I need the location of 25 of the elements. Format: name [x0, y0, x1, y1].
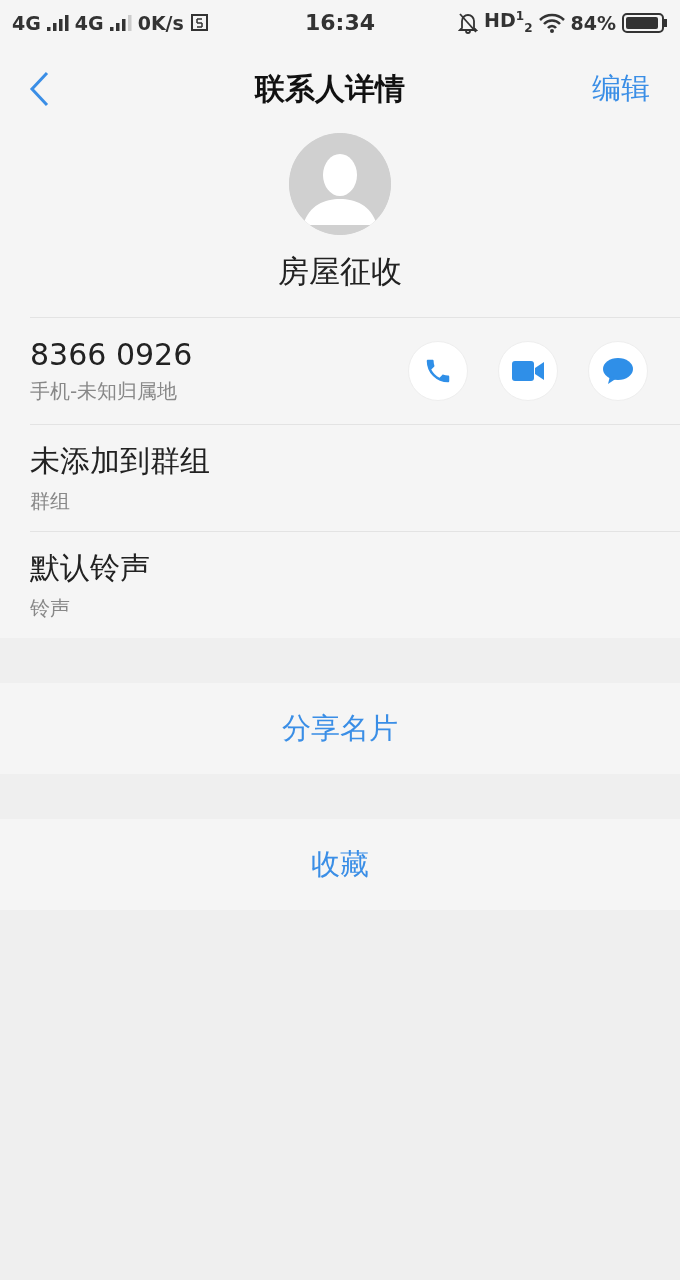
action-button[interactable]: 收藏	[0, 819, 680, 910]
detail-label: 手机-未知归属地	[30, 378, 179, 405]
action-button[interactable]: 分享名片	[0, 683, 680, 774]
clock: 16:34	[304, 10, 376, 35]
signal-icon	[46, 14, 69, 31]
chevron-left-icon	[28, 71, 50, 107]
speed-label: 0K/s	[137, 11, 184, 34]
signal-icon	[109, 14, 132, 31]
contact-name: 房屋征收	[277, 252, 403, 291]
network-label: 4G	[12, 11, 41, 34]
detail-value: 未添加到群组	[30, 442, 211, 480]
wifi-icon	[538, 12, 565, 33]
detail-label: 群组	[30, 488, 71, 515]
battery-label: 84%	[570, 11, 616, 34]
page-title: 联系人详情	[253, 69, 406, 108]
detail-value: 默认铃声	[30, 549, 151, 587]
video-camera-icon	[511, 359, 545, 383]
screenshot-icon	[189, 12, 210, 33]
detail-label: 铃声	[30, 595, 71, 622]
battery-icon	[622, 12, 668, 33]
chat-bubble-icon	[602, 357, 634, 385]
network-label: 4G	[74, 11, 104, 34]
phone-number: 8366 0926	[30, 337, 194, 372]
edit-button[interactable]: 编辑	[592, 69, 650, 109]
bell-muted-icon	[458, 11, 479, 34]
